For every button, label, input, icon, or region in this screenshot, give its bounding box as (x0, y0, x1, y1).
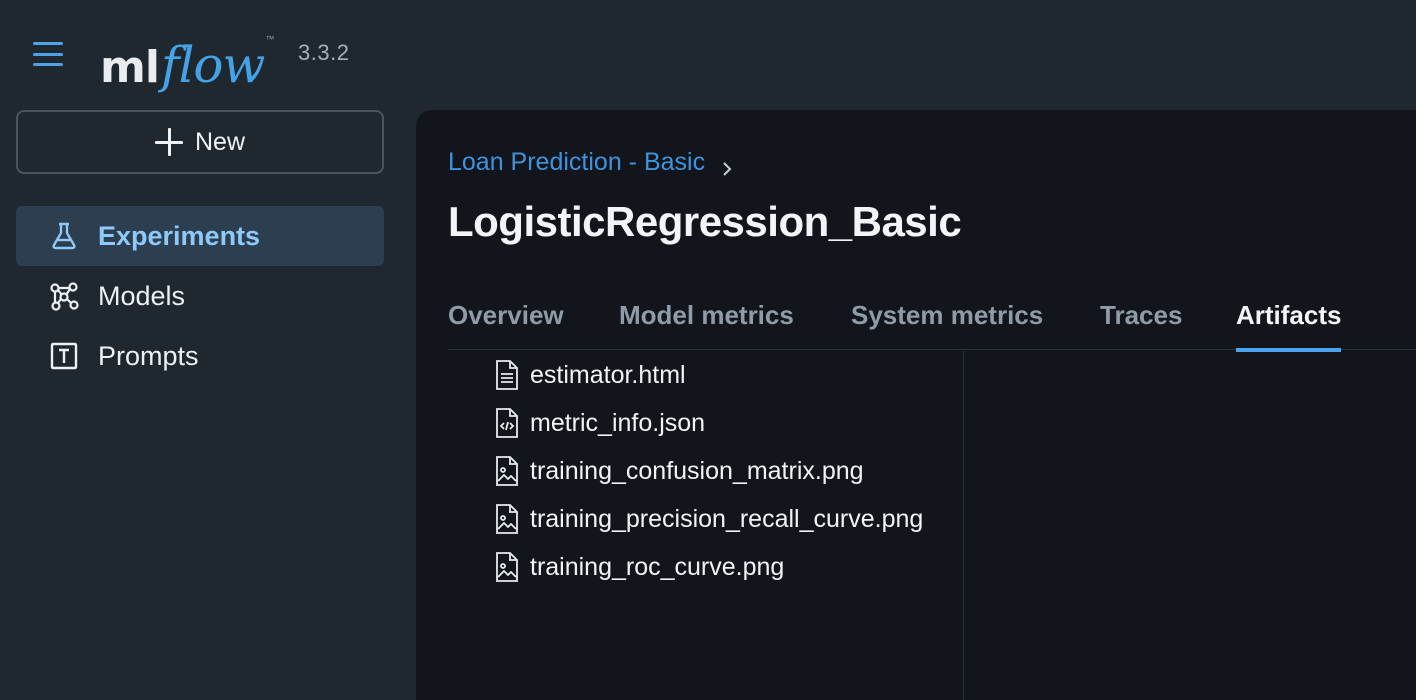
image-file-icon (494, 552, 520, 582)
artifact-file-name: metric_info.json (530, 408, 706, 437)
artifact-file-name: training_precision_recall_curve.png (530, 504, 924, 533)
breadcrumb-experiment-link[interactable]: Loan Prediction - Basic (448, 148, 705, 177)
page-title: LogisticRegression_Basic (448, 198, 962, 245)
nodes-icon (48, 280, 80, 312)
mlflow-app: ml flow ™ 3.3.2 New Experiments Models P… (0, 0, 1416, 700)
image-file-icon (494, 456, 520, 486)
chevron-right-icon (719, 155, 735, 176)
tab-overview[interactable]: Overview (448, 300, 564, 350)
artifact-file-name: training_confusion_matrix.png (530, 456, 864, 485)
sidebar: New Experiments Models Prompts (0, 108, 400, 700)
artifact-file-tree: estimator.html metric_info.json training… (448, 351, 964, 700)
artifact-file-row[interactable]: training_confusion_matrix.png (494, 451, 864, 491)
sidebar-item-label: Experiments (98, 220, 261, 251)
sidebar-item-label: Prompts (98, 340, 199, 371)
artifact-file-row[interactable]: training_precision_recall_curve.png (494, 499, 923, 539)
flask-icon (48, 220, 80, 252)
tab-artifacts[interactable]: Artifacts (1236, 300, 1342, 352)
tab-model-metrics[interactable]: Model metrics (619, 300, 794, 350)
logo-trademark: ™ (265, 34, 275, 44)
artifact-file-row[interactable]: estimator.html (494, 355, 686, 395)
top-header: ml flow ™ 3.3.2 (0, 0, 1416, 108)
new-button[interactable]: New (16, 110, 384, 174)
new-button-label: New (194, 127, 245, 156)
sidebar-item-label: Models (98, 280, 186, 311)
sidebar-item-experiments[interactable]: Experiments (16, 206, 384, 266)
code-file-icon (494, 408, 520, 438)
version-label: 3.3.2 (298, 40, 350, 65)
sidebar-item-prompts[interactable]: Prompts (16, 326, 384, 386)
artifact-file-name: training_roc_curve.png (530, 552, 785, 581)
tab-traces[interactable]: Traces (1100, 300, 1182, 350)
run-tabs: Overview Model metrics System metrics Tr… (448, 300, 1416, 352)
artifact-preview-pane (965, 351, 1416, 700)
logo-ml-text: ml (100, 42, 160, 93)
artifact-file-row[interactable]: metric_info.json (494, 403, 705, 443)
document-icon (494, 360, 520, 390)
sidebar-item-models[interactable]: Models (16, 266, 384, 326)
logo-flow-text: flow (160, 36, 265, 94)
artifact-file-name: estimator.html (530, 360, 686, 389)
run-detail-panel: Loan Prediction - Basic LogisticRegressi… (416, 110, 1416, 700)
hamburger-menu-icon[interactable] (30, 40, 66, 68)
breadcrumb: Loan Prediction - Basic (448, 148, 735, 177)
image-file-icon (494, 504, 520, 534)
mlflow-logo[interactable]: ml flow ™ (100, 18, 274, 90)
plus-icon (154, 128, 183, 156)
tab-system-metrics[interactable]: System metrics (851, 300, 1043, 350)
artifact-file-row[interactable]: training_roc_curve.png (494, 547, 784, 587)
text-box-icon (48, 340, 80, 372)
